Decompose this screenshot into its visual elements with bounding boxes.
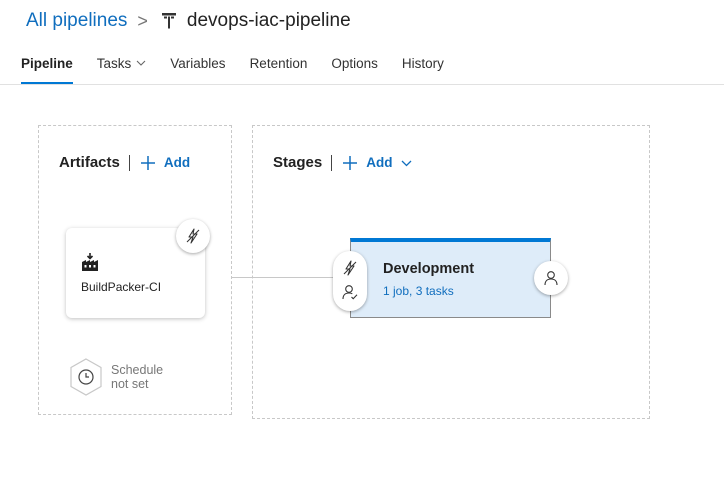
stage-card-development[interactable] [350,238,551,318]
stage-name[interactable]: Development [383,261,474,277]
breadcrumb-separator: > [137,10,148,31]
artifacts-title: Artifacts [59,154,120,171]
add-stage-button[interactable]: Add [342,155,420,171]
add-artifact-button[interactable]: Add [140,155,190,171]
continuous-deployment-trigger-button[interactable] [176,219,210,253]
stage-job-summary-link[interactable]: 1 job, 3 tasks [383,284,454,298]
artifact-name: BuildPacker-CI [81,280,162,294]
tab-retention[interactable]: Retention [250,50,308,84]
tab-history[interactable]: History [402,50,444,84]
chevron-down-icon [136,60,146,66]
pre-deployment-trigger-button[interactable] [341,259,359,277]
person-check-icon [342,285,358,300]
artifacts-header: Artifacts Add [59,154,190,171]
all-pipelines-link[interactable]: All pipelines [26,10,127,32]
pre-deployment-approvals-button[interactable] [341,283,359,301]
plus-icon [343,155,358,170]
tabs-divider [0,84,724,85]
build-artifact-icon [81,253,99,276]
schedule-status: Schedule not set [111,363,164,391]
stages-title: Stages [273,154,323,171]
pre-deployment-conditions [333,251,367,311]
person-icon [544,271,558,286]
lightning-icon [343,260,357,276]
plus-icon [140,155,155,170]
release-pipeline-icon [160,11,178,31]
pipeline-title: devops-iac-pipeline [186,10,351,31]
tab-variables[interactable]: Variables [170,50,225,84]
schedule-button[interactable] [68,358,104,401]
tab-bar: Pipeline Tasks Variables Retention Optio… [21,50,468,84]
clock-icon [70,358,102,396]
breadcrumb: All pipelines > devops-iac-pipeline [26,6,351,36]
chevron-down-icon[interactable] [401,159,412,167]
header-divider [128,154,130,171]
header-divider [331,154,333,171]
lightning-icon [186,228,200,244]
tab-pipeline[interactable]: Pipeline [21,50,73,84]
tab-tasks[interactable]: Tasks [97,50,147,84]
stages-header: Stages Add [273,154,420,171]
tab-options[interactable]: Options [331,50,378,84]
post-deployment-approvals-button[interactable] [534,261,568,295]
